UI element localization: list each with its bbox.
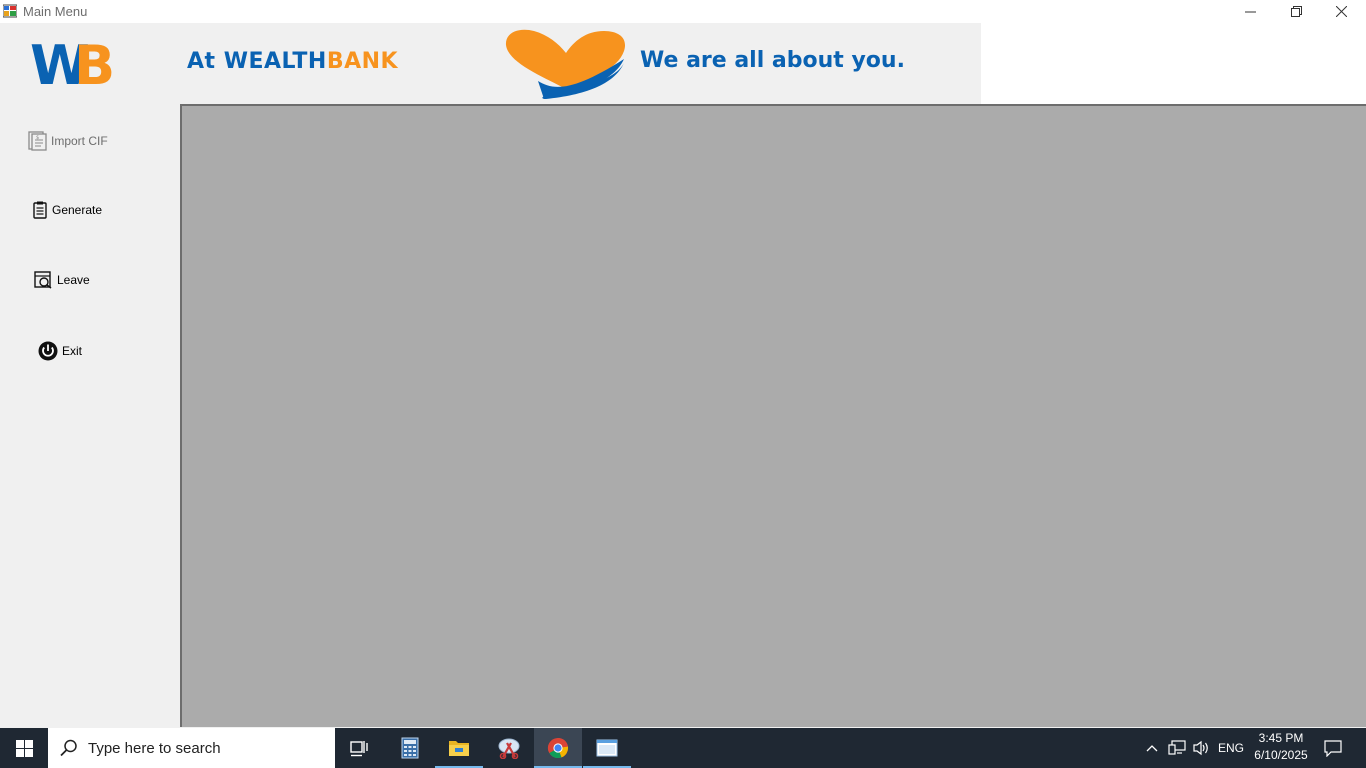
restore-icon <box>1290 6 1302 17</box>
speaker-icon <box>1193 740 1208 756</box>
clock-date: 6/10/2025 <box>1254 748 1308 762</box>
exit-button[interactable]: Exit <box>38 341 82 361</box>
leave-button[interactable]: Leave <box>34 271 90 289</box>
power-icon <box>38 341 58 361</box>
minimize-icon <box>1244 11 1256 13</box>
generate-label: Generate <box>52 203 103 217</box>
close-icon <box>1335 6 1347 17</box>
chrome-taskbar-button[interactable] <box>534 728 582 768</box>
taskbar-search-box[interactable]: Type here to search <box>48 728 335 768</box>
window-title: Main Menu <box>23 4 88 19</box>
windows-icon <box>15 739 33 757</box>
snipping-tool-taskbar-button[interactable] <box>485 728 533 768</box>
title-bar: Main Menu <box>0 0 1366 23</box>
svg-text:$: $ <box>36 135 39 141</box>
banner-bank: BANK <box>326 49 399 74</box>
calculator-icon <box>401 737 419 759</box>
generate-button[interactable]: Generate <box>32 201 102 219</box>
banner-tagline: We are all about you. <box>640 48 905 73</box>
search-icon <box>60 739 77 757</box>
volume-tray-button[interactable] <box>1190 728 1212 768</box>
winforms-app-taskbar-button[interactable] <box>583 728 631 768</box>
bank-banner: At WEALTHBANK We are all about you. <box>174 23 981 104</box>
file-explorer-taskbar-button[interactable] <box>435 728 483 768</box>
mdi-client-area <box>180 104 1366 728</box>
chevron-up-icon <box>1146 745 1158 752</box>
task-view-icon <box>350 741 368 757</box>
leave-label: Leave <box>57 273 90 287</box>
leave-search-icon <box>34 271 52 289</box>
exit-label: Exit <box>62 344 83 358</box>
taskbar-clock[interactable]: 3:45 PM 6/10/2025 <box>1248 730 1314 764</box>
network-tray-button[interactable] <box>1166 728 1188 768</box>
minimize-button[interactable] <box>1227 0 1273 23</box>
banner-at: At <box>187 49 216 74</box>
chrome-icon <box>547 738 569 759</box>
clock-time: 3:45 PM <box>1258 731 1304 745</box>
search-placeholder: Type here to search <box>88 739 221 757</box>
file-explorer-icon <box>449 741 469 756</box>
banner-slogan-left: At WEALTHBANK <box>187 49 398 74</box>
action-center-button[interactable] <box>1318 728 1348 768</box>
import-cif-button[interactable]: $ Import CIF <box>28 131 108 151</box>
taskbar: Type here to search ENG 3:45 PM 6/10/202… <box>0 728 1366 768</box>
banner-wealth: WEALTH <box>223 49 327 74</box>
close-button[interactable] <box>1318 0 1364 23</box>
svg-text:B: B <box>74 34 115 88</box>
snipping-tool-icon <box>498 738 520 759</box>
wb-logo: W B <box>30 34 115 88</box>
restore-button[interactable] <box>1273 0 1319 23</box>
network-icon <box>1168 740 1186 755</box>
window-app-icon <box>596 739 618 757</box>
sidebar: $ Import CIF Generate Leave Exit <box>0 104 180 727</box>
clipboard-list-icon <box>33 201 47 219</box>
app-icon <box>3 4 17 18</box>
import-cif-label: Import CIF <box>51 134 108 148</box>
task-view-button[interactable] <box>336 728 384 768</box>
start-button[interactable] <box>0 728 48 768</box>
show-hidden-icons-button[interactable] <box>1144 728 1160 768</box>
notification-icon <box>1324 739 1342 757</box>
language-indicator[interactable]: ENG <box>1214 728 1248 768</box>
calculator-taskbar-button[interactable] <box>386 728 434 768</box>
heart-icon <box>505 29 626 99</box>
import-document-icon: $ <box>28 131 47 151</box>
